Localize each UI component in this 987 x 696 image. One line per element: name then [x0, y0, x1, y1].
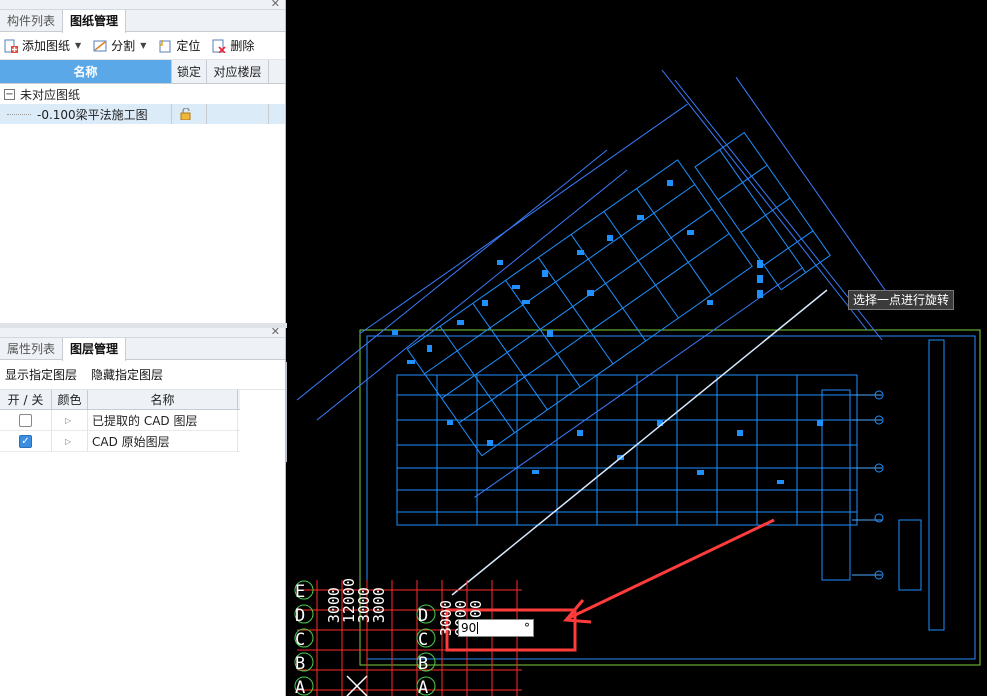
layer-management-panel: ✕ 属性列表 图层管理 显示指定图层 隐藏指定图层 开 / 关 颜色 名称 ▷ … [0, 325, 286, 696]
tab-layer-management[interactable]: 图层管理 [62, 338, 127, 361]
column-on-off[interactable]: 开 / 关 [0, 390, 52, 409]
expand-arrow-icon[interactable]: ▷ [65, 437, 71, 446]
axis-label: B [295, 654, 306, 674]
layer-row[interactable]: ▷ 已提取的 CAD 图层 [0, 409, 240, 431]
axis-label: E [295, 582, 306, 602]
panel-title-strip: ✕ [0, 325, 285, 339]
drawing-management-panel: ✕ 构件列表 图纸管理 添加图纸 ▼ 分割 ▼ 定位 删除 名称 锁定 对应楼层… [0, 0, 286, 323]
add-drawing-button[interactable]: 添加图纸 ▼ [4, 37, 81, 54]
cad-diagonal-lines [296, 69, 883, 596]
drawing-grid-header: 名称 锁定 对应楼层 [0, 60, 285, 84]
layer-name: 已提取的 CAD 图层 [92, 413, 198, 428]
column-name[interactable]: 名称 [0, 60, 172, 83]
dimension-label: 3000 [325, 587, 343, 624]
drawing-toolbar: 添加图纸 ▼ 分割 ▼ 定位 删除 [0, 32, 285, 60]
bottom-panel-tabs: 属性列表 图层管理 [0, 338, 285, 361]
layer-name: CAD 原始图层 [92, 434, 170, 449]
tree-item-row[interactable]: -0.100梁平法施工图 [0, 104, 285, 124]
layer-visibility-checkbox[interactable]: ✓ [19, 434, 32, 448]
chevron-down-icon[interactable]: ▼ [140, 41, 146, 50]
top-panel-tabs: 构件列表 图纸管理 [0, 10, 285, 33]
tree-item-name-cell: -0.100梁平法施工图 [0, 104, 172, 124]
close-icon[interactable]: ✕ [271, 0, 280, 11]
axis-label: D [295, 606, 306, 626]
axis-labels-mid: D C B A [418, 604, 428, 696]
delete-button[interactable]: 删除 [212, 37, 254, 54]
axis-label: A [418, 678, 429, 696]
column-lock[interactable]: 锁定 [172, 60, 207, 83]
locate-button[interactable]: 定位 [158, 37, 200, 54]
tree-item-label: -0.100梁平法施工图 [37, 107, 148, 122]
add-drawing-icon [4, 39, 18, 53]
text-caret [477, 622, 479, 634]
dimension-labels-left: 3000 12000 3000 3000 [325, 578, 388, 624]
tree-group-label: 未对应图纸 [20, 87, 81, 102]
axis-label: A [295, 678, 306, 696]
layer-actions: 显示指定图层 隐藏指定图层 [0, 360, 285, 390]
close-icon[interactable]: ✕ [271, 325, 280, 339]
split-icon [93, 39, 107, 53]
split-button[interactable]: 分割 ▼ [93, 37, 146, 54]
plan-horizontal [396, 339, 945, 631]
rotate-tooltip: 选择一点进行旋转 [848, 290, 955, 310]
tab-component-list[interactable]: 构件列表 [0, 10, 62, 31]
cad-drawing-canvas[interactable]: E D C B A D C B A 3000 12000 3000 3000 3… [287, 0, 987, 696]
tree-item-floor-cell[interactable] [207, 104, 269, 124]
panel-title-strip: ✕ [0, 0, 285, 10]
show-layer-button[interactable]: 显示指定图层 [5, 366, 77, 383]
axis-label: C [295, 630, 306, 650]
expand-arrow-icon[interactable]: ▷ [65, 416, 71, 425]
dimension-label: 3000 [355, 587, 373, 624]
dimension-label: 3000 [437, 600, 455, 637]
axis-label: C [418, 630, 429, 650]
angle-value: 90 [461, 621, 477, 635]
split-label: 分割 [111, 39, 136, 53]
cad-annotation-marks [392, 180, 823, 484]
dimension-label: 3000 [370, 587, 388, 624]
column-color[interactable]: 颜色 [52, 390, 88, 409]
hide-layer-button[interactable]: 隐藏指定图层 [91, 366, 163, 383]
locate-icon [158, 39, 172, 53]
layer-visibility-checkbox[interactable] [19, 413, 32, 427]
tree-connector [7, 113, 31, 115]
chevron-down-icon[interactable]: ▼ [75, 41, 81, 50]
axis-label: B [418, 654, 429, 674]
layer-row[interactable]: ✓ ▷ CAD 原始图层 [0, 430, 240, 452]
tab-drawing-management[interactable]: 图纸管理 [62, 10, 127, 33]
delete-icon [212, 39, 226, 54]
axis-label: D [418, 606, 429, 626]
layer-grid-header: 开 / 关 颜色 名称 [0, 390, 240, 410]
column-floor[interactable]: 对应楼层 [207, 60, 269, 83]
tree-item-lock-cell[interactable] [172, 104, 207, 124]
cad-drawing-svg [294, 69, 981, 696]
tab-property-list[interactable]: 属性列表 [0, 338, 62, 359]
angle-unit: ° [524, 621, 530, 635]
unlock-icon[interactable] [180, 107, 193, 121]
collapse-icon[interactable]: − [4, 88, 15, 100]
column-layer-name[interactable]: 名称 [88, 390, 238, 409]
tree-group-row[interactable]: − 未对应图纸 [0, 84, 285, 104]
locate-label: 定位 [176, 39, 201, 53]
cross-cursor [346, 675, 368, 696]
dimension-label: 12000 [340, 578, 358, 624]
axis-labels-left: E D C B A [295, 580, 305, 696]
add-drawing-label: 添加图纸 [22, 39, 71, 53]
rotation-angle-input[interactable]: 90 ° [458, 619, 534, 637]
delete-label: 删除 [230, 39, 255, 53]
